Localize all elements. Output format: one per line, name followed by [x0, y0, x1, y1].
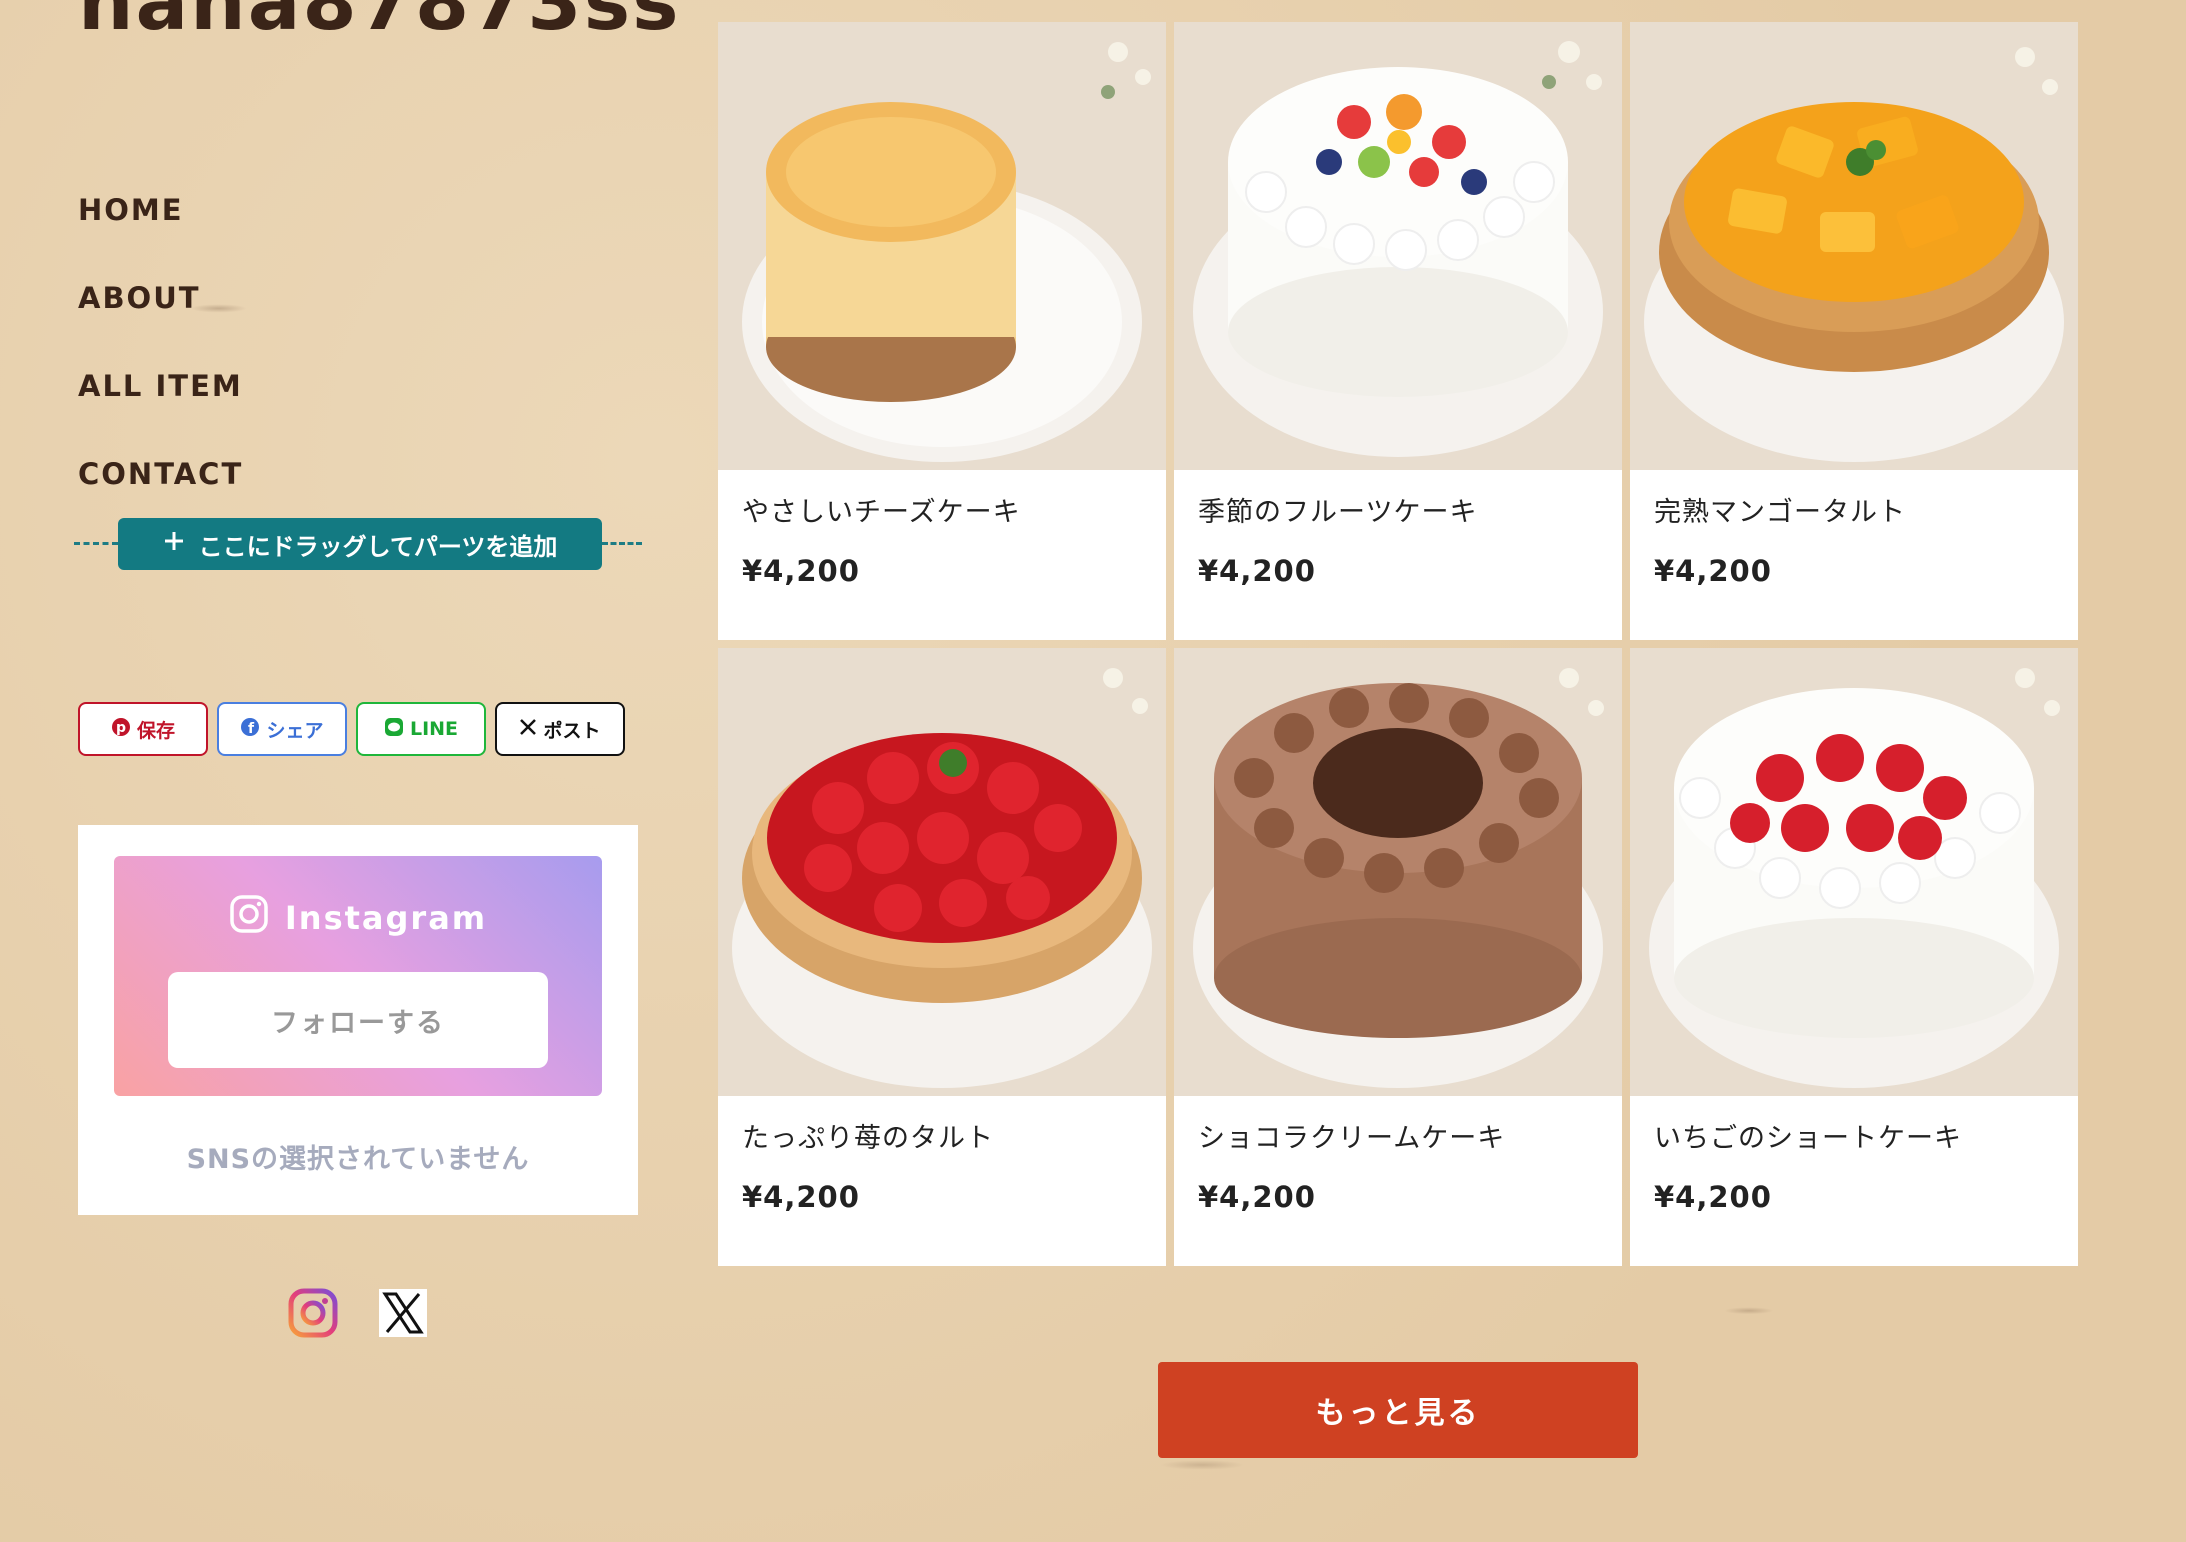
- product-name: ショコラクリームケーキ: [1198, 1123, 1506, 1154]
- add-parts-label: ここにドラッグしてパーツを追加: [198, 532, 558, 561]
- product-grid: やさしいチーズケーキ ¥4,200 季節のフルーツケーキ ¥4,200 完熟マン…: [718, 22, 2078, 1266]
- product-card[interactable]: たっぷり苺のタルト ¥4,200: [718, 648, 1166, 1266]
- product-name: いちごのショートケーキ: [1654, 1123, 1962, 1154]
- dropzone-line-right: [602, 542, 642, 545]
- nav-item-home[interactable]: HOME: [78, 190, 243, 278]
- product-card[interactable]: いちごのショートケーキ ¥4,200: [1630, 648, 2078, 1266]
- sns-widget: Instagram フォローする SNSの選択されていません: [78, 825, 638, 1215]
- line-icon: [384, 717, 404, 742]
- pinterest-label: 保存: [136, 719, 175, 742]
- product-card[interactable]: やさしいチーズケーキ ¥4,200: [718, 22, 1166, 640]
- instagram-icon: [229, 894, 269, 942]
- share-buttons: p 保存 f シェア LINE ポスト: [78, 702, 625, 756]
- facebook-share-button[interactable]: f シェア: [217, 702, 347, 756]
- product-price: ¥4,200: [742, 1180, 860, 1214]
- x-label: ポスト: [543, 719, 601, 742]
- product-name: 完熟マンゴータルト: [1654, 497, 1906, 528]
- instagram-label: Instagram: [284, 899, 488, 937]
- line-label: LINE: [409, 718, 459, 740]
- cheesecake-image: [718, 22, 1166, 470]
- main-nav: HOME ABOUT ALL ITEM CONTACT: [78, 190, 243, 542]
- pinterest-icon: p: [111, 717, 131, 742]
- nav-item-about[interactable]: ABOUT: [78, 278, 243, 366]
- product-card[interactable]: ショコラクリームケーキ ¥4,200: [1174, 648, 1622, 1266]
- load-more-button[interactable]: もっと見る: [1158, 1362, 1638, 1458]
- mango-tart-image: [1630, 22, 2078, 470]
- follow-button[interactable]: フォローする: [168, 972, 548, 1068]
- strawberry-shortcake-image: [1630, 648, 2078, 1096]
- sns-status-note: SNSの選択されていません: [186, 1144, 530, 1175]
- fruit-cake-image: [1174, 22, 1622, 470]
- dropzone-line-left: [74, 542, 118, 545]
- x-icon: [519, 718, 537, 741]
- instagram-follow-box: Instagram フォローする: [114, 856, 602, 1096]
- instagram-heading: Instagram: [114, 894, 602, 942]
- product-card[interactable]: 季節のフルーツケーキ ¥4,200: [1174, 22, 1622, 640]
- instagram-link-icon[interactable]: [288, 1288, 338, 1338]
- product-name: やさしいチーズケーキ: [742, 497, 1021, 528]
- plus-icon: [163, 530, 185, 558]
- line-share-button[interactable]: LINE: [356, 702, 486, 756]
- pinterest-save-button[interactable]: p 保存: [78, 702, 208, 756]
- nav-item-all-item[interactable]: ALL ITEM: [78, 366, 243, 454]
- add-parts-button[interactable]: ここにドラッグしてパーツを追加: [118, 518, 602, 570]
- product-name: たっぷり苺のタルト: [742, 1123, 994, 1154]
- product-price: ¥4,200: [1654, 554, 1772, 588]
- product-price: ¥4,200: [1198, 1180, 1316, 1214]
- product-card[interactable]: 完熟マンゴータルト ¥4,200: [1630, 22, 2078, 640]
- product-name: 季節のフルーツケーキ: [1198, 497, 1478, 528]
- chocolate-cake-image: [1174, 648, 1622, 1096]
- sns-links: [288, 1288, 428, 1338]
- x-post-button[interactable]: ポスト: [495, 702, 625, 756]
- facebook-label: シェア: [266, 719, 324, 742]
- x-link-icon[interactable]: [378, 1288, 428, 1338]
- site-title[interactable]: nana87873ss: [78, 0, 681, 48]
- product-price: ¥4,200: [742, 554, 860, 588]
- facebook-icon: f: [240, 717, 260, 742]
- product-price: ¥4,200: [1654, 1180, 1772, 1214]
- add-parts-dropzone[interactable]: ここにドラッグしてパーツを追加: [74, 518, 642, 570]
- strawberry-tart-image: [718, 648, 1166, 1096]
- svg-text:p: p: [116, 720, 126, 736]
- svg-text:f: f: [248, 721, 255, 737]
- product-price: ¥4,200: [1198, 554, 1316, 588]
